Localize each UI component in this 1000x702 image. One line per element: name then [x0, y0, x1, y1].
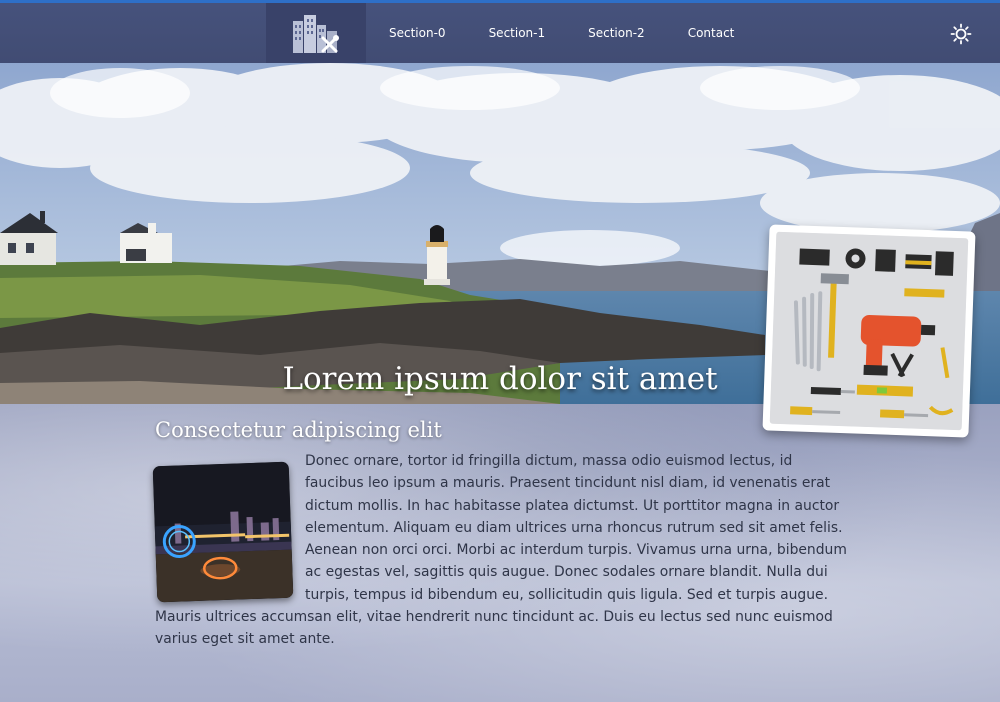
section-title: Consectetur adipiscing elit — [155, 418, 442, 442]
top-navigation-bar: Section-0 Section-1 Section-2 Contact — [0, 0, 1000, 63]
sun-icon — [950, 23, 972, 45]
city-night-image — [152, 461, 294, 603]
city-night-photo — [152, 461, 294, 603]
nav-item-section-0[interactable]: Section-0 — [389, 26, 446, 40]
nav-item-section-1[interactable]: Section-1 — [489, 26, 546, 40]
nav-item-section-2[interactable]: Section-2 — [588, 26, 645, 40]
article: Donec ornare, tortor id fringilla dictum… — [152, 450, 847, 651]
theme-toggle-button[interactable] — [950, 23, 972, 45]
city-tools-logo-icon — [293, 15, 339, 53]
tools-photo — [762, 224, 976, 438]
nav-item-contact[interactable]: Contact — [688, 26, 735, 40]
main-nav: Section-0 Section-1 Section-2 Contact — [389, 3, 777, 63]
logo[interactable] — [266, 3, 366, 63]
tools-set-image — [769, 231, 969, 431]
